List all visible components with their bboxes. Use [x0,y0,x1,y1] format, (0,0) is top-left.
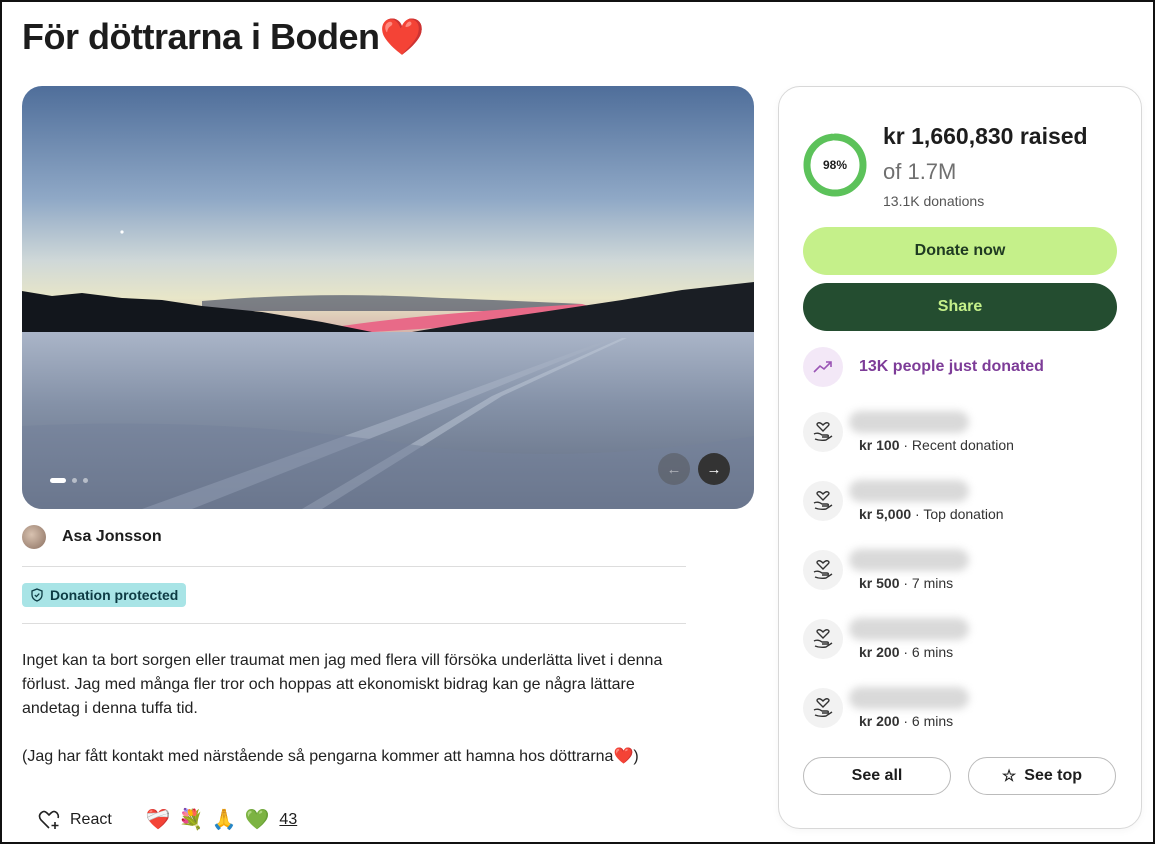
donor-row: kr 200 · 6 mins [803,687,969,729]
donate-button[interactable]: Donate now [803,227,1117,275]
donor-note: · 7 mins [899,575,954,591]
donor-amount: kr 500 [859,575,900,591]
react-label: React [70,810,112,828]
donor-note: · 6 mins [899,713,954,729]
carousel-next-button[interactable]: → [698,453,730,485]
shield-icon [31,588,43,602]
donor-row: kr 5,000 · Top donation [803,480,1004,522]
donor-name-blurred [849,618,969,640]
donor-amount: kr 5,000 [859,506,912,522]
page-title: För döttrarna i Boden❤️ [22,16,424,57]
share-button[interactable]: Share [803,283,1117,331]
heart-plus-icon [38,810,60,829]
hand-heart-icon [803,619,843,659]
donor-row: kr 200 · 6 mins [803,618,969,660]
story-paragraph: Inget kan ta bort sorgen eller traumat m… [22,652,663,717]
star-icon: ☆ [1001,768,1017,785]
carousel-dot[interactable] [83,478,88,483]
donation-count: 13.1K donations [883,193,985,209]
arrow-right-icon: → [706,460,722,478]
donor-note: · 6 mins [899,644,954,660]
donor-row: kr 500 · 7 mins [803,549,969,591]
amount-raised: kr 1,660,830 raised [883,123,1088,149]
divider [22,623,686,624]
see-top-button[interactable]: ☆ See top [968,757,1116,795]
donor-name-blurred [849,411,969,433]
carousel-dot[interactable] [72,478,77,483]
see-top-label: See top [1024,767,1083,784]
arrow-left-icon: ← [666,460,682,478]
donor-amount: kr 200 [859,713,900,729]
hand-heart-icon [803,481,843,521]
donation-card: 98% kr 1,660,830 raised of 1.7M 13.1K do… [778,86,1142,829]
react-button[interactable]: React [38,810,112,830]
donation-protected-badge[interactable]: Donation protected [22,583,187,607]
donor-name-blurred [849,480,969,502]
recent-donations-text: 13K people just donated [859,358,1044,375]
carousel-prev-button[interactable]: ← [658,453,690,485]
organizer[interactable]: Asa Jonsson [22,525,162,549]
carousel-dot[interactable] [50,478,66,483]
green-heart-emoji: 💚 [244,809,270,831]
story-text: Inget kan ta bort sorgen eller traumat m… [22,649,686,769]
donor-name-blurred [849,687,969,709]
hand-heart-icon [803,688,843,728]
hand-heart-icon [803,550,843,590]
reaction-count[interactable]: 43 [279,811,297,829]
campaign-photo [22,86,754,509]
campaign-photo-carousel[interactable]: ← → [22,86,754,509]
recent-activity: 13K people just donated [803,347,1044,387]
donor-note: · Top donation [911,506,1004,522]
see-all-button[interactable]: See all [803,757,951,795]
mending-heart-emoji: ❤️‍🩹 [145,809,171,831]
see-all-label: See all [851,767,903,784]
praying-hands-emoji: 🙏 [211,809,237,831]
goal-amount: of 1.7M [883,159,957,184]
divider [22,566,686,567]
donor-name-blurred [849,549,969,571]
trending-up-icon [803,347,843,387]
carousel-dots[interactable] [50,478,88,483]
badge-label: Donation protected [50,587,179,603]
bouquet-emoji: 💐 [178,809,204,831]
avatar [22,525,46,549]
donor-note: · Recent donation [899,437,1014,453]
hand-heart-icon [803,412,843,452]
reactions-bar: React ❤️‍🩹 💐 🙏 💚 43 [38,807,297,832]
story-paragraph: (Jag har fått kontakt med närstående så … [22,748,639,765]
reaction-emojis[interactable]: ❤️‍🩹 💐 🙏 💚 [146,807,270,832]
donor-row: kr 100 · Recent donation [803,411,1014,453]
donor-amount: kr 100 [859,437,900,453]
organizer-name[interactable]: Asa Jonsson [62,528,162,546]
donor-amount: kr 200 [859,644,900,660]
progress-percent: 98% [822,158,848,172]
